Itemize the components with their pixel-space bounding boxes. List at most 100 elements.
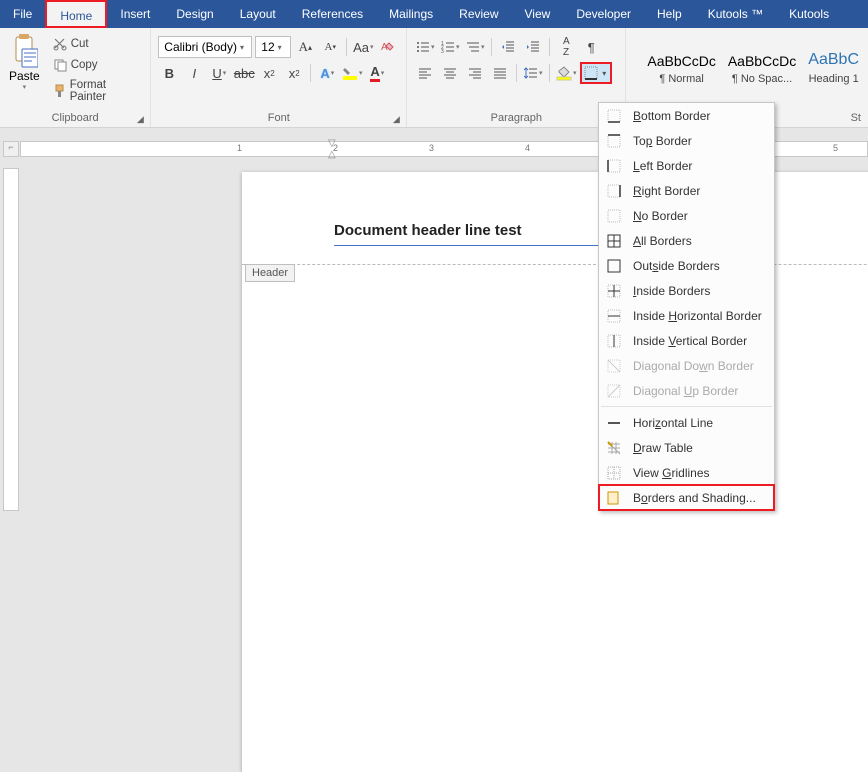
justify-button[interactable] xyxy=(489,62,511,84)
menu-tab-kutools[interactable]: Kutools ™ xyxy=(695,0,776,28)
border-menu-top-border[interactable]: Top Border xyxy=(599,128,774,153)
menu-tab-mailings[interactable]: Mailings xyxy=(376,0,446,28)
paragraph-group-label: Paragraph ◢ xyxy=(410,109,622,127)
ruler-corner: ⌐ xyxy=(3,141,19,157)
menu-tab-insert[interactable]: Insert xyxy=(107,0,163,28)
font-size-combo[interactable]: 12▾ xyxy=(255,36,291,58)
increase-indent-button[interactable] xyxy=(522,36,544,58)
menu-tab-kutools[interactable]: Kutools xyxy=(776,0,842,28)
vertical-ruler[interactable] xyxy=(3,168,19,511)
menu-tab-home[interactable]: Home xyxy=(45,0,107,28)
change-case-button[interactable]: Aa xyxy=(352,36,374,58)
format-painter-button[interactable]: Format Painter xyxy=(50,77,144,105)
subscript-button[interactable]: x2 xyxy=(258,62,280,84)
border-menu-bottom-border[interactable]: Bottom Border xyxy=(599,103,774,128)
strikethrough-button[interactable]: abc xyxy=(233,62,255,84)
outdent-icon xyxy=(501,40,515,54)
style-heading-1[interactable]: AaBbCHeading 1 xyxy=(802,31,865,109)
text-effects-button[interactable]: A xyxy=(316,62,338,84)
menu-tab-references[interactable]: References xyxy=(289,0,376,28)
copy-icon xyxy=(53,58,67,72)
border-icon xyxy=(605,489,623,507)
font-color-button[interactable]: A xyxy=(366,62,388,84)
numbering-button[interactable]: 123 xyxy=(439,36,461,58)
eraser-icon: A xyxy=(381,40,395,54)
dropdown-separator xyxy=(601,406,772,407)
numbering-icon: 123 xyxy=(441,40,455,54)
border-icon xyxy=(605,414,623,432)
style--normal[interactable]: AaBbCcDc¶ Normal xyxy=(641,31,721,109)
menu-bar: FileHomeInsertDesignLayoutReferencesMail… xyxy=(0,0,868,28)
border-icon xyxy=(605,307,623,325)
border-menu-diagonal-down-border: Diagonal Down Border xyxy=(599,353,774,378)
border-menu-view-gridlines[interactable]: View Gridlines xyxy=(599,460,774,485)
bold-button[interactable]: B xyxy=(158,62,180,84)
border-icon xyxy=(605,232,623,250)
sort-button[interactable]: AZ xyxy=(555,36,577,58)
border-icon xyxy=(605,282,623,300)
show-marks-button[interactable]: ¶ xyxy=(580,36,602,58)
border-menu-outside-borders[interactable]: Outside Borders xyxy=(599,253,774,278)
border-menu-inside-vertical-border[interactable]: Inside Vertical Border xyxy=(599,328,774,353)
borders-dropdown: Bottom BorderTop BorderLeft Border Right … xyxy=(598,102,775,511)
align-right-button[interactable] xyxy=(464,62,486,84)
cut-button[interactable]: Cut xyxy=(50,35,144,53)
font-dialog-launcher[interactable]: ◢ xyxy=(391,114,401,124)
underline-button[interactable]: U xyxy=(208,62,230,84)
clipboard-dialog-launcher[interactable]: ◢ xyxy=(135,114,145,124)
borders-button[interactable]: ▾ xyxy=(580,62,612,84)
highlight-button[interactable] xyxy=(341,62,363,84)
border-icon xyxy=(605,107,623,125)
menu-tab-layout[interactable]: Layout xyxy=(227,0,289,28)
menu-item-label: Diagonal Down Border xyxy=(633,359,754,373)
border-icon xyxy=(605,132,623,150)
menu-item-label: View Gridlines xyxy=(633,466,710,480)
menu-tab-design[interactable]: Design xyxy=(163,0,226,28)
menu-tab-view[interactable]: View xyxy=(512,0,564,28)
header-tag[interactable]: Header xyxy=(245,264,295,282)
border-icon xyxy=(605,182,623,200)
border-menu-inside-horizontal-border[interactable]: Inside Horizontal Border xyxy=(599,303,774,328)
menu-tab-developer[interactable]: Developer xyxy=(563,0,644,28)
clear-formatting-button[interactable]: A xyxy=(377,36,399,58)
clipboard-paste-icon xyxy=(10,33,38,69)
border-menu-diagonal-up-border: Diagonal Up Border xyxy=(599,378,774,403)
menu-item-label: Inside Borders xyxy=(633,284,710,298)
shading-button[interactable] xyxy=(555,62,577,84)
menu-item-label: Diagonal Up Border xyxy=(633,384,738,398)
align-left-button[interactable] xyxy=(414,62,436,84)
menu-item-label: No Border xyxy=(633,209,688,223)
bullets-button[interactable] xyxy=(414,36,436,58)
font-name-combo[interactable]: Calibri (Body)▾ xyxy=(158,36,252,58)
style--no-spac-[interactable]: AaBbCcDc¶ No Spac... xyxy=(722,31,802,109)
superscript-button[interactable]: x2 xyxy=(283,62,305,84)
menu-tab-review[interactable]: Review xyxy=(446,0,511,28)
paintbrush-icon xyxy=(53,84,66,98)
border-menu-right-border[interactable]: Right Border xyxy=(599,178,774,203)
header-content[interactable]: Document header line test xyxy=(334,222,614,246)
menu-tab-file[interactable]: File xyxy=(0,0,45,28)
border-menu-no-border[interactable]: No Border xyxy=(599,203,774,228)
decrease-indent-button[interactable] xyxy=(497,36,519,58)
menu-item-label: Right Border xyxy=(633,184,700,198)
line-spacing-button[interactable] xyxy=(522,62,544,84)
copy-button[interactable]: Copy xyxy=(50,56,144,74)
border-menu-left-border[interactable]: Left Border xyxy=(599,153,774,178)
align-center-icon xyxy=(443,66,457,80)
border-menu-borders-and-shading[interactable]: Borders and Shading... xyxy=(599,485,774,510)
multilevel-button[interactable] xyxy=(464,36,486,58)
menu-tab-help[interactable]: Help xyxy=(644,0,695,28)
align-center-button[interactable] xyxy=(439,62,461,84)
decrease-font-button[interactable]: A▾ xyxy=(319,36,341,58)
border-icon xyxy=(605,357,623,375)
ribbon-group-paragraph: 123 AZ ¶ ▾ xyxy=(407,28,626,127)
ruler-mark: 4 xyxy=(525,143,530,153)
increase-font-button[interactable]: A▴ xyxy=(294,36,316,58)
menu-item-label: Inside Horizontal Border xyxy=(633,309,762,323)
italic-button[interactable]: I xyxy=(183,62,205,84)
paste-button[interactable]: Paste ▾ xyxy=(3,31,46,109)
border-menu-all-borders[interactable]: All Borders xyxy=(599,228,774,253)
border-menu-horizontal-line[interactable]: Horizontal Line xyxy=(599,410,774,435)
border-menu-draw-table[interactable]: Draw Table xyxy=(599,435,774,460)
border-menu-inside-borders[interactable]: Inside Borders xyxy=(599,278,774,303)
